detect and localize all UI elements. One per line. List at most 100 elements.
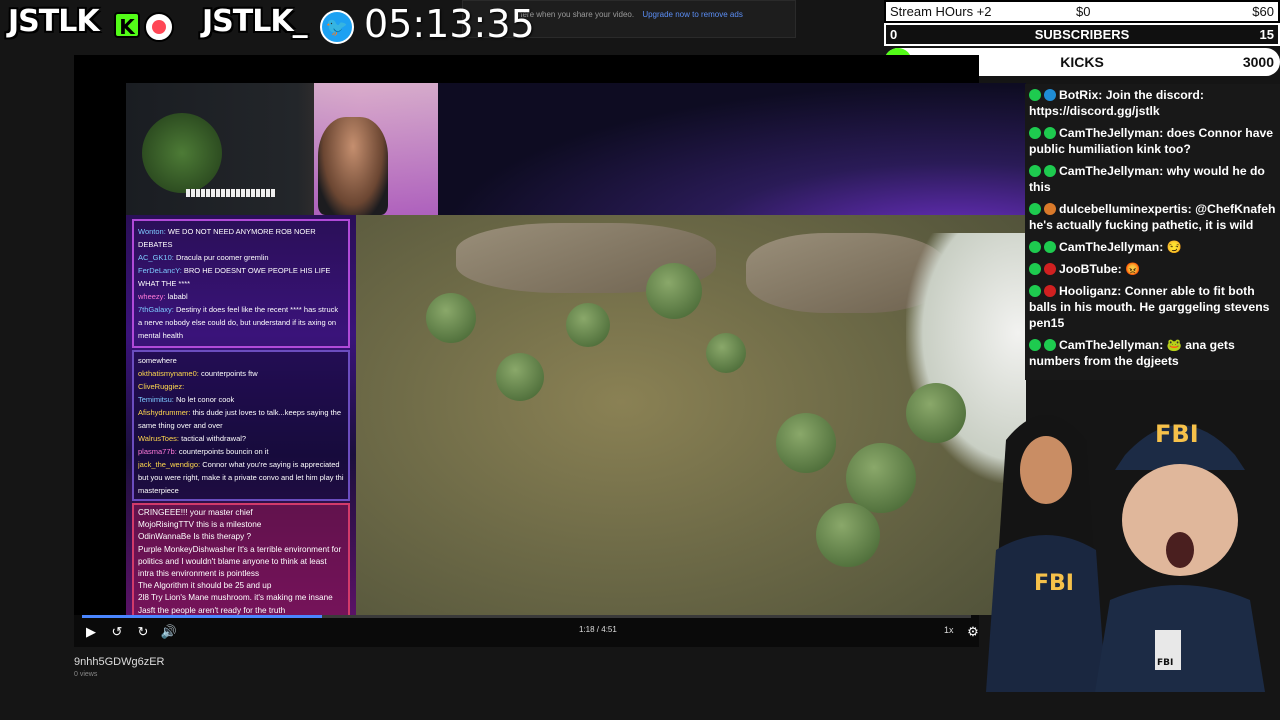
embedded-chat-line: Temimitsu: No let conor cook xyxy=(138,395,235,404)
mod-badge-icon xyxy=(1029,165,1041,177)
game-tree xyxy=(776,413,836,473)
play-icon[interactable]: ▶ xyxy=(82,623,100,641)
game-tree xyxy=(566,303,610,347)
game-tree xyxy=(816,503,880,567)
chat-message: CamTheJellyman: why would he do this xyxy=(1029,164,1265,194)
game-tree xyxy=(646,263,702,319)
live-record-icon xyxy=(144,12,174,42)
rewind-icon[interactable]: ↺ xyxy=(108,623,126,641)
money-goal: $60 xyxy=(1252,4,1274,19)
game-tree xyxy=(496,353,544,401)
embedded-chat-overlay: Wonton: WE DO NOT NEED ANYMORE ROB NOER … xyxy=(126,215,356,615)
chat-message: CamTheJellyman: 🐸 ana gets numbers from … xyxy=(1029,338,1235,368)
seek-bar-fill xyxy=(82,615,323,618)
brand-twitter-name: JSTLK_ xyxy=(202,4,308,39)
bot-badge-icon xyxy=(1044,89,1056,101)
mod-badge-icon xyxy=(1029,285,1041,297)
money-current: $0 xyxy=(1076,4,1091,19)
fbi-agent-man-sticker: FBI FBI xyxy=(1095,420,1265,692)
emote-icon: 🐸 xyxy=(1166,338,1182,352)
embedded-chat-block: CRINGEEE!!! your master chief MojoRising… xyxy=(132,503,350,615)
embedded-chat-line: okthatismyname0: counterpoints ftw xyxy=(138,369,258,378)
fbi-label-woman: FBI xyxy=(1034,571,1074,596)
embedded-chat-line: CRINGEEE!!! your master chief xyxy=(138,508,253,517)
video-frame[interactable]: Wonton: WE DO NOT NEED ANYMORE ROB NOER … xyxy=(126,83,1026,615)
brand-kick-name: JSTLK xyxy=(8,4,100,39)
embedded-chat-line: 7thGalaxy: Destiny it does feel like the… xyxy=(138,305,339,340)
webcam-streamer xyxy=(318,117,388,215)
volume-icon[interactable]: 🔊 xyxy=(160,623,178,641)
emote-icon: 😏 xyxy=(1166,240,1182,254)
user-badge-icon xyxy=(1044,165,1056,177)
webcam-keyboard xyxy=(186,189,276,197)
user-badge-icon xyxy=(1044,339,1056,351)
game-tree xyxy=(706,333,746,373)
streamer-webcam xyxy=(126,83,438,215)
mod-badge-icon xyxy=(1029,203,1041,215)
embedded-chat-block: Wonton: WE DO NOT NEED ANYMORE ROB NOER … xyxy=(132,219,350,348)
stream-hours-goal: Stream HOurs +2 $0 $60 xyxy=(884,0,1280,23)
forward-icon[interactable]: ↻ xyxy=(134,623,152,641)
chat-message: dulcebelluminexpertis: @ChefKnafeh he's … xyxy=(1029,202,1276,232)
subs-goal: 15 xyxy=(1259,27,1274,42)
embedded-chat-line: Purple MonkeyDishwasher It's a terrible … xyxy=(138,544,342,579)
chat-message: Hooliganz: Conner able to fit both balls… xyxy=(1029,284,1270,330)
mod-badge-icon xyxy=(1029,127,1041,139)
user-badge-icon xyxy=(1044,203,1056,215)
embedded-chat-line: MojoRisingTTV this is a milestone xyxy=(138,520,262,530)
stream-hours-label: Stream HOurs +2 xyxy=(890,4,992,19)
loom-ad-text: here when you share your video. xyxy=(518,10,635,19)
chat-message: JooBTube: 😡 xyxy=(1029,261,1276,277)
webcam-plant xyxy=(142,113,222,193)
user-badge-icon xyxy=(1044,285,1056,297)
embedded-chat-line: plasma77b: counterpoints bouncin on it xyxy=(138,447,269,456)
kicks-goal: 3000 xyxy=(1242,54,1274,70)
embedded-chat-line: wheezy: lababl xyxy=(138,292,188,301)
twitter-bird-icon: 🐦 xyxy=(320,10,354,44)
user-badge-icon xyxy=(1044,263,1056,275)
game-tree xyxy=(846,443,916,513)
mod-badge-icon xyxy=(1029,263,1041,275)
mod-badge-icon xyxy=(1029,339,1041,351)
video-views: 0 views xyxy=(74,671,98,678)
embedded-chat-line: Afishydrummer: this dude just loves to t… xyxy=(138,408,342,430)
fbi-label-cap: FBI xyxy=(1155,420,1199,448)
subs-label: SUBSCRIBERS xyxy=(1034,27,1130,42)
embedded-chat-line: Jasft the people aren't ready for the tr… xyxy=(138,605,286,615)
game-tree xyxy=(906,383,966,443)
emote-icon: 😡 xyxy=(1125,262,1141,276)
stream-clock: 05:13:35 xyxy=(364,2,535,46)
player-controls: ▶ ↺ ↻ 🔊 1:18 / 4:51 1x ⚙ xyxy=(74,615,979,647)
user-badge-icon xyxy=(1044,127,1056,139)
chat-message: CamTheJellyman: 😏 xyxy=(1029,239,1276,255)
embedded-chat-line: WalrusToes: tactical withdrawal? xyxy=(138,434,247,443)
kick-logo-icon: K xyxy=(114,12,140,39)
embedded-chat-line: somewhere xyxy=(138,356,177,365)
mod-badge-icon xyxy=(1029,89,1041,101)
user-badge-icon xyxy=(1044,241,1056,253)
chat-message: BotRix: Join the discord: https://discor… xyxy=(1029,88,1204,118)
video-player[interactable]: Wonton: WE DO NOT NEED ANYMORE ROB NOER … xyxy=(74,55,1026,647)
video-title[interactable]: 9nhh5GDWg6zER xyxy=(74,656,165,668)
chat-message: CamTheJellyman: does Connor have public … xyxy=(1029,126,1274,156)
subscribers-goal: 0 SUBSCRIBERS 15 xyxy=(884,23,1280,46)
embedded-chat-line: FerDeLancY: BRO HE DOESNT OWE PEOPLE HIS… xyxy=(138,266,331,288)
game-tree xyxy=(426,293,476,343)
seek-bar[interactable] xyxy=(82,615,971,618)
game-sky xyxy=(436,83,1026,215)
embedded-chat-line: AC_GK10: Dracula pur coomer gremlin xyxy=(138,253,269,262)
embedded-chat-block: somewhere okthatismyname0: counterpoints… xyxy=(132,350,350,501)
embedded-chat-line: CliveRuggiez: xyxy=(138,382,185,391)
embedded-chat-line: jack_the_wendigo: Connor what you're say… xyxy=(138,460,344,495)
upgrade-link[interactable]: Upgrade now to remove ads xyxy=(642,10,743,19)
embedded-chat-line: OdinWannaBe Is this therapy ? xyxy=(138,532,252,542)
embedded-chat-line: Wonton: WE DO NOT NEED ANYMORE ROB NOER … xyxy=(138,227,316,249)
playback-time: 1:18 / 4:51 xyxy=(579,625,617,634)
playback-speed-button[interactable]: 1x xyxy=(944,625,954,635)
live-chat-panel: BotRix: Join the discord: https://discor… xyxy=(1025,84,1280,380)
embedded-chat-line: 2l8 Try Lion's Mane mushroom. it's makin… xyxy=(138,593,333,603)
mod-badge-icon xyxy=(1029,241,1041,253)
embedded-chat-line: The Algorithm it should be 25 and up xyxy=(138,581,272,591)
fbi-label-badge: FBI xyxy=(1157,658,1173,668)
screen: JSTLK K JSTLK_ 🐦 here when you share you… xyxy=(0,0,1280,720)
